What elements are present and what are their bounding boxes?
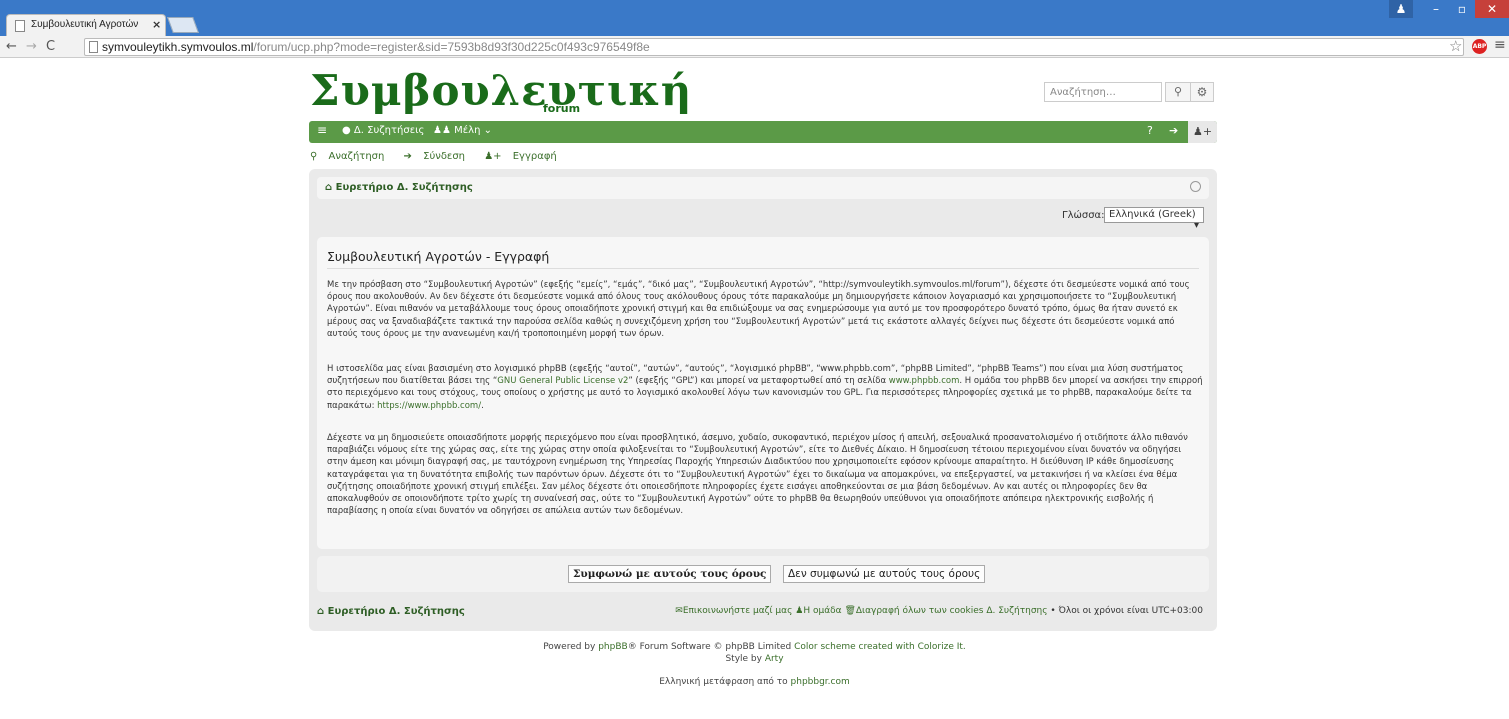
quicklink-search[interactable]: ⚲ Αναζήτηση bbox=[310, 151, 392, 162]
minimize-icon[interactable]: – bbox=[1423, 0, 1449, 18]
phpbbgr-link[interactable]: phpbbgr.com bbox=[791, 677, 850, 687]
hamburger-icon[interactable]: ≡ bbox=[317, 123, 327, 137]
login-icon[interactable]: ➔ bbox=[1169, 124, 1178, 137]
home-icon: ⌂ bbox=[325, 182, 333, 193]
chat-bubble-icon: ● bbox=[342, 125, 351, 136]
copyright-line-2: Style by Arty bbox=[725, 654, 784, 664]
register-button[interactable]: ♟+ bbox=[1188, 121, 1217, 143]
bookmark-star-icon[interactable]: ☆ bbox=[1449, 37, 1462, 55]
home-icon: ⌂ bbox=[317, 606, 325, 617]
quick-links: ⚲ Αναζήτηση ➔ Σύνδεση ♟+ Εγγραφή bbox=[310, 151, 573, 162]
browser-titlebar: Συμβουλευτική Αγροτών × ♟ – ▫ ✕ bbox=[0, 0, 1509, 36]
address-bar[interactable]: symvouleytikh.symvoulos.ml/forum/ucp.php… bbox=[84, 38, 1464, 56]
search-icon: ⚲ bbox=[1173, 85, 1183, 98]
page-icon bbox=[15, 20, 25, 32]
team-link[interactable]: ♟Η ομάδα bbox=[795, 606, 841, 616]
search-button[interactable]: ⚲ bbox=[1165, 82, 1191, 102]
copyright-line-3: Ελληνική μετάφραση από το phpbbgr.com bbox=[659, 677, 850, 687]
footer-breadcrumb[interactable]: ⌂ Ευρετήριο Δ. Συζήτησης bbox=[317, 606, 465, 617]
clock-icon bbox=[1190, 181, 1201, 192]
browser-tab[interactable]: Συμβουλευτική Αγροτών × bbox=[6, 14, 166, 36]
reload-icon[interactable]: C bbox=[46, 39, 55, 54]
page-body: ⌂ Ευρετήριο Δ. Συζήτησης Γλώσσα: Ελληνικ… bbox=[309, 169, 1217, 631]
add-user-icon: ♟+ bbox=[1192, 125, 1213, 138]
terms-paragraph-2: Η ιστοσελίδα μας είναι βασισμένη στο λογ… bbox=[327, 364, 1203, 411]
gear-icon: ⚙ bbox=[1196, 85, 1208, 99]
tab-close-icon[interactable]: × bbox=[152, 18, 161, 31]
quicklink-login[interactable]: ➔ Σύνδεση bbox=[404, 151, 473, 162]
copyright-line-1: Powered by phpBB® Forum Software © phpBB… bbox=[543, 642, 966, 652]
advanced-search-button[interactable]: ⚙ bbox=[1190, 82, 1214, 102]
site-logo[interactable]: Συμβουλευτική bbox=[310, 66, 692, 115]
new-tab-button[interactable] bbox=[167, 17, 199, 33]
breadcrumb-home[interactable]: ⌂ Ευρετήριο Δ. Συζήτησης bbox=[325, 182, 473, 193]
language-select[interactable]: Ελληνικά (Greek) ▾ bbox=[1104, 207, 1204, 231]
maximize-icon[interactable]: ▫ bbox=[1449, 0, 1475, 18]
user-icon[interactable]: ♟ bbox=[1389, 0, 1413, 18]
search-icon: ⚲ bbox=[310, 151, 318, 162]
breadcrumb: ⌂ Ευρετήριο Δ. Συζήτησης bbox=[317, 177, 1209, 199]
search-input[interactable]: Αναζήτηση… bbox=[1044, 82, 1162, 102]
phpbb-url-link[interactable]: https://www.phpbb.com/ bbox=[377, 401, 481, 411]
close-icon[interactable]: ✕ bbox=[1475, 0, 1509, 18]
contact-link[interactable]: ✉Επικοινωνήστε μαζί μας bbox=[675, 606, 792, 616]
colorize-link[interactable]: Color scheme created with Colorize It. bbox=[794, 642, 966, 652]
footer-navbar: ⌂ Ευρετήριο Δ. Συζήτησης ✉Επικοινωνήστε … bbox=[317, 601, 1209, 623]
envelope-icon: ✉ bbox=[675, 606, 683, 616]
main-navbar: ≡ ● Δ. Συζητήσεις ♟♟ Μέλη ⌄ ? ➔ ♟+ bbox=[309, 121, 1217, 143]
site-logo-sub: forum bbox=[543, 102, 581, 115]
nav-members[interactable]: ♟♟ Μέλη ⌄ bbox=[433, 125, 492, 136]
members-icon: ♟♟ bbox=[433, 125, 451, 136]
window-controls: ♟ – ▫ ✕ bbox=[1389, 0, 1509, 20]
button-bar: Συμφωνώ με αυτούς τους όρους Δεν συμφωνώ… bbox=[317, 556, 1209, 592]
login-icon: ➔ bbox=[403, 151, 412, 162]
trash-icon: 🗑 bbox=[844, 606, 856, 616]
back-icon[interactable]: ← bbox=[6, 39, 17, 54]
terms-paragraph-3: Δέχεστε να μη δημοσιεύετε οποιασδήποτε μ… bbox=[327, 433, 1188, 517]
terms-panel: Συμβουλευτική Αγροτών - Εγγραφή Με την π… bbox=[317, 237, 1209, 549]
disagree-button[interactable]: Δεν συμφωνώ με αυτούς τους όρους bbox=[783, 565, 986, 583]
tab-title: Συμβουλευτική Αγροτών bbox=[31, 19, 139, 30]
panel-title: Συμβουλευτική Αγροτών - Εγγραφή bbox=[327, 249, 550, 264]
forward-icon[interactable]: → bbox=[26, 39, 37, 54]
adblock-icon[interactable]: ABP bbox=[1472, 39, 1487, 54]
language-label: Γλώσσα: bbox=[1062, 210, 1105, 221]
timezone-text: • Όλοι οι χρόνοι είναι UTC+03:00 bbox=[1050, 606, 1203, 616]
browser-toolbar: ← → C symvouleytikh.symvoulos.ml/forum/u… bbox=[0, 36, 1509, 58]
phpbb-footer-link[interactable]: phpBB bbox=[598, 642, 627, 652]
url-text: symvouleytikh.symvoulos.ml/forum/ucp.php… bbox=[102, 40, 650, 54]
nav-forums[interactable]: ● Δ. Συζητήσεις bbox=[342, 125, 424, 136]
gpl-link[interactable]: GNU General Public License v2 bbox=[497, 376, 628, 386]
delete-cookies-link[interactable]: 🗑Διαγραφή όλων των cookies Δ. Συζήτησης bbox=[844, 606, 1047, 616]
terms-paragraph-1: Με την πρόσβαση στο “Συμβουλευτική Αγροτ… bbox=[327, 280, 1190, 339]
chevron-down-icon: ⌄ bbox=[483, 125, 492, 136]
quicklink-register[interactable]: ♟+ Εγγραφή bbox=[484, 151, 565, 162]
agree-button[interactable]: Συμφωνώ με αυτούς τους όρους bbox=[568, 565, 772, 583]
add-user-icon: ♟+ bbox=[484, 151, 502, 162]
arty-link[interactable]: Arty bbox=[765, 654, 784, 664]
divider bbox=[327, 268, 1199, 269]
page-icon bbox=[89, 41, 98, 53]
footer-links: ✉Επικοινωνήστε μαζί μας ♟Η ομάδα 🗑Διαγρα… bbox=[675, 606, 1203, 616]
help-icon[interactable]: ? bbox=[1147, 124, 1153, 137]
phpbb-link[interactable]: www.phpbb.com bbox=[889, 376, 960, 386]
menu-icon[interactable]: ≡ bbox=[1494, 37, 1506, 53]
dropdown-arrow-icon: ▾ bbox=[1193, 220, 1199, 231]
